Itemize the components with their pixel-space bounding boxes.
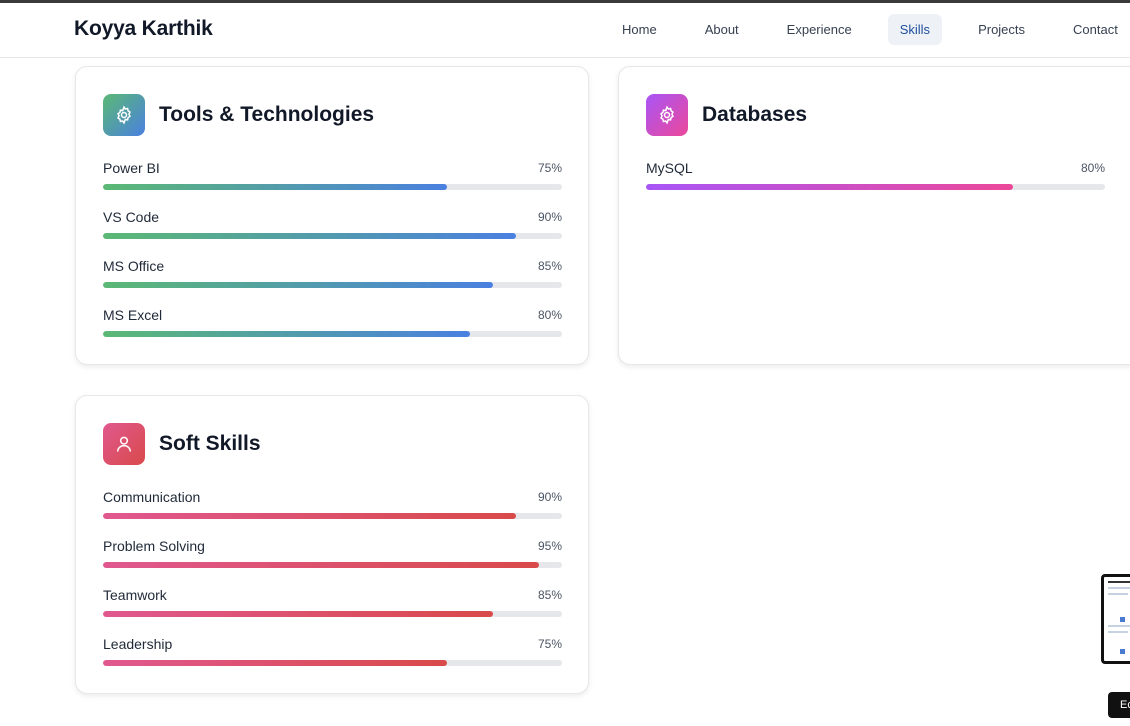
nav-link-home[interactable]: Home: [610, 14, 669, 45]
skill-name: MS Office: [103, 258, 165, 274]
corner-action-button[interactable]: Ec: [1108, 692, 1130, 718]
card-icon-badge: [103, 94, 145, 136]
skill-percent: 75%: [537, 161, 562, 175]
skill-name: Communication: [103, 489, 201, 505]
progress-fill: [103, 233, 517, 239]
progress-fill: [103, 660, 448, 666]
skill-percent: 85%: [537, 259, 562, 273]
progress-track: [103, 282, 562, 288]
card-header: Databases: [646, 94, 807, 136]
skill-percent: 80%: [1080, 161, 1105, 175]
nav-link-about[interactable]: About: [693, 14, 751, 45]
progress-fill: [646, 184, 1014, 190]
progress-track: [103, 233, 562, 239]
skill-name: Power BI: [103, 160, 160, 176]
skill-item: MS Office 85%: [103, 258, 562, 288]
progress-fill: [103, 513, 517, 519]
brand-logo-text[interactable]: Koyya Karthik: [74, 17, 213, 41]
skill-item: Problem Solving 95%: [103, 538, 562, 568]
user-icon: [117, 436, 131, 452]
progress-fill: [103, 282, 494, 288]
skill-item: Power BI 75%: [103, 160, 562, 190]
card-title: Soft Skills: [159, 432, 261, 455]
skill-percent: 75%: [537, 637, 562, 651]
card-header: Soft Skills: [103, 423, 261, 465]
skill-name: Teamwork: [103, 587, 167, 603]
gear-icon: [660, 105, 674, 125]
progress-track: [103, 660, 562, 666]
skill-item: Teamwork 85%: [103, 587, 562, 617]
skill-item: MySQL 80%: [646, 160, 1105, 190]
skill-percent: 80%: [537, 308, 562, 322]
skill-percent: 95%: [537, 539, 562, 553]
nav-link-skills[interactable]: Skills: [887, 14, 943, 45]
card-header: Tools & Technologies: [103, 94, 374, 136]
skill-item: Communication 90%: [103, 489, 562, 519]
card-icon-badge: [103, 423, 145, 465]
progress-track: [103, 562, 562, 568]
progress-track: [103, 331, 562, 337]
card-icon-badge: [646, 94, 688, 136]
gear-icon: [117, 105, 131, 125]
skill-item: MS Excel 80%: [103, 307, 562, 337]
nav-links: Home About Experience Skills Projects Co…: [610, 14, 1130, 46]
progress-fill: [103, 611, 494, 617]
top-navbar: Koyya Karthik Home About Experience Skil…: [0, 3, 1130, 58]
skill-name: MySQL: [646, 160, 693, 176]
progress-fill: [103, 331, 471, 337]
nav-link-projects[interactable]: Projects: [966, 14, 1037, 45]
progress-track: [103, 184, 562, 190]
nav-link-experience[interactable]: Experience: [775, 14, 864, 45]
skill-name: Problem Solving: [103, 538, 205, 554]
skill-card-soft-skills: Soft Skills Communication 90% Problem So…: [75, 395, 589, 694]
page-preview-thumbnail[interactable]: [1101, 574, 1130, 664]
skill-card-tools: Tools & Technologies Power BI 75% VS Cod…: [75, 66, 589, 365]
skill-item: VS Code 90%: [103, 209, 562, 239]
skill-card-databases: Databases MySQL 80%: [618, 66, 1130, 365]
skill-name: MS Excel: [103, 307, 163, 323]
skill-name: VS Code: [103, 209, 160, 225]
progress-track: [103, 513, 562, 519]
card-title: Databases: [702, 103, 808, 126]
progress-track: [103, 611, 562, 617]
skill-percent: 85%: [537, 588, 562, 602]
skill-name: Leadership: [103, 636, 173, 652]
skill-percent: 90%: [537, 490, 562, 504]
progress-fill: [103, 562, 540, 568]
progress-track: [646, 184, 1105, 190]
nav-link-contact[interactable]: Contact: [1061, 14, 1130, 45]
skill-percent: 90%: [537, 210, 562, 224]
skill-item: Leadership 75%: [103, 636, 562, 666]
progress-fill: [103, 184, 448, 190]
card-title: Tools & Technologies: [159, 103, 375, 126]
